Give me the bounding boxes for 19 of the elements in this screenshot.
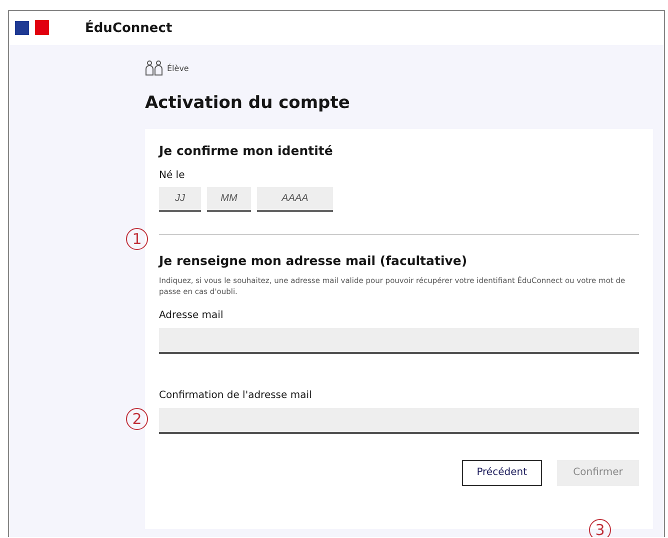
brand-name: ÉduConnect (85, 20, 172, 36)
callout-number: 2 (126, 408, 148, 430)
email-input-field[interactable] (159, 408, 639, 434)
form-button[interactable]: Précédent (462, 460, 542, 486)
page-title: Activation du compte (145, 93, 351, 115)
students-icon (145, 60, 163, 76)
section-heading: Je confirme mon identité (159, 143, 334, 158)
field-label: Né le (159, 170, 186, 181)
date-input-field[interactable]: AAAA (257, 187, 333, 212)
date-input-field[interactable]: MM (207, 187, 251, 212)
callout-number: 3 (589, 519, 611, 537)
section-heading: Je renseigne mon adresse mail (facultative) (159, 253, 468, 268)
field-label: Adresse mail (159, 310, 224, 321)
profile-label: Élève (167, 64, 189, 72)
email-input-field[interactable] (159, 328, 639, 354)
callout-number: 1 (126, 228, 148, 250)
field-label: Confirmation de l'adresse mail (159, 390, 313, 401)
date-input-field[interactable]: JJ (159, 187, 201, 212)
flag-logo-icon (15, 20, 49, 36)
